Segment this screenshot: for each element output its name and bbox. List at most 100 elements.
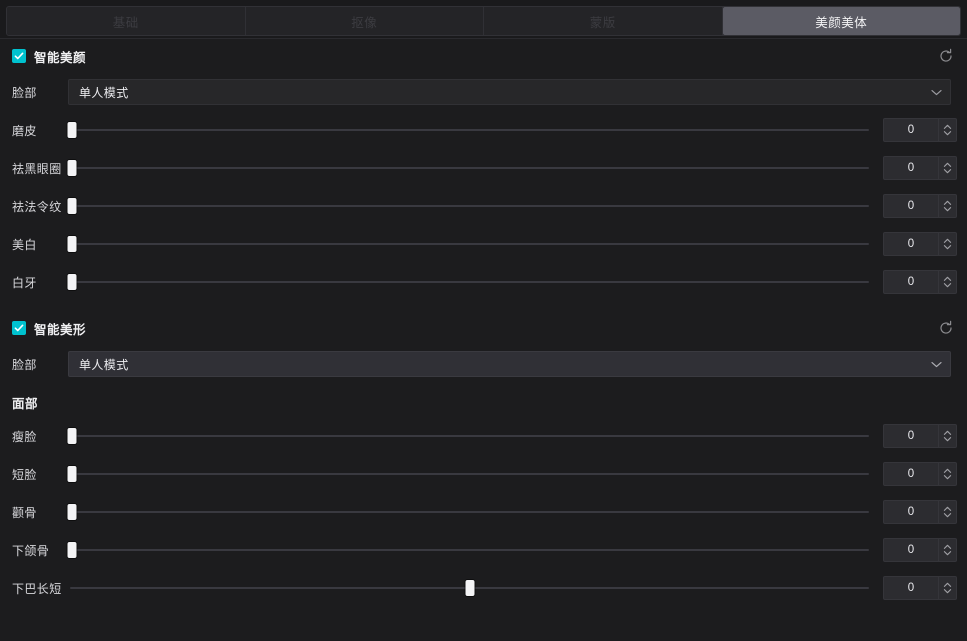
spinner-teeth[interactable]: 0 xyxy=(883,270,957,294)
spinner-arrows-icon[interactable] xyxy=(939,424,957,448)
slider-label-mopi: 磨皮 xyxy=(12,123,37,138)
smart-beauty-title: 智能美颜 xyxy=(34,50,87,65)
tab-mask[interactable]: 蒙版 xyxy=(484,7,723,35)
slider-handle[interactable] xyxy=(465,580,474,596)
slider-label-whiten: 美白 xyxy=(12,237,37,252)
face-mode-row-shape: 脸部 单人模式 xyxy=(0,345,967,383)
slider-handle[interactable] xyxy=(67,466,77,482)
reset-icon[interactable] xyxy=(935,317,957,339)
slider-teeth[interactable] xyxy=(67,272,869,292)
spinner-chin-length[interactable]: 0 xyxy=(883,576,957,600)
slider-row-mopi: 磨皮 0 xyxy=(0,111,967,149)
face-mode-label-beauty: 脸部 xyxy=(12,85,37,100)
spinner-arrows-icon[interactable] xyxy=(939,156,957,180)
slider-row-whiten: 美白 0 xyxy=(0,225,967,263)
slider-row-short-face: 短脸 0 xyxy=(0,455,967,493)
slider-track xyxy=(68,435,869,437)
smart-shape-checkbox[interactable] xyxy=(12,321,26,335)
face-mode-select-shape[interactable]: 单人模式 xyxy=(68,351,951,377)
slider-track xyxy=(68,243,869,245)
spinner-jawbone[interactable]: 0 xyxy=(883,538,957,562)
spinner-dark-circles[interactable]: 0 xyxy=(883,156,957,180)
face-mode-select-beauty[interactable]: 单人模式 xyxy=(68,79,951,105)
slider-label-chin-length: 下巴长短 xyxy=(12,581,62,596)
slider-chin-length[interactable] xyxy=(70,578,869,598)
slider-track xyxy=(68,511,869,513)
spinner-value-short-face[interactable]: 0 xyxy=(883,462,939,486)
face-mode-value-beauty: 单人模式 xyxy=(79,85,129,100)
slider-handle[interactable] xyxy=(67,160,77,176)
slider-whiten[interactable] xyxy=(67,234,869,254)
slider-label-cheekbone: 颧骨 xyxy=(12,505,37,520)
reset-icon[interactable] xyxy=(935,45,957,67)
slider-handle[interactable] xyxy=(67,198,77,214)
tab-mask-label: 蒙版 xyxy=(589,15,616,30)
tab-beauty[interactable]: 美颜美体 xyxy=(722,7,960,35)
slider-handle[interactable] xyxy=(67,428,77,444)
slider-track xyxy=(68,205,869,207)
slider-label-short-face: 短脸 xyxy=(12,467,37,482)
spinner-arrows-icon[interactable] xyxy=(939,270,957,294)
spinner-arrows-icon[interactable] xyxy=(939,194,957,218)
spinner-whiten[interactable]: 0 xyxy=(883,232,957,256)
slider-row-chin-length: 下巴长短 0 xyxy=(0,569,967,607)
slider-slim-face[interactable] xyxy=(67,426,869,446)
slider-row-teeth: 白牙 0 xyxy=(0,263,967,301)
slider-short-face[interactable] xyxy=(67,464,869,484)
section-header-smart-beauty: 智能美颜 xyxy=(0,39,967,73)
tab-basic-label: 基础 xyxy=(112,15,139,30)
slider-mopi[interactable] xyxy=(67,120,869,140)
spinner-arrows-icon[interactable] xyxy=(939,462,957,486)
spinner-slim-face[interactable]: 0 xyxy=(883,424,957,448)
slider-handle[interactable] xyxy=(67,236,77,252)
face-mode-value-shape: 单人模式 xyxy=(79,357,129,372)
spinner-nasolabial[interactable]: 0 xyxy=(883,194,957,218)
slider-row-dark-circles: 祛黑眼圈 0 xyxy=(0,149,967,187)
slider-label-nasolabial: 祛法令纹 xyxy=(12,199,62,214)
spinner-arrows-icon[interactable] xyxy=(939,500,957,524)
slider-nasolabial[interactable] xyxy=(67,196,869,216)
smart-beauty-checkbox[interactable] xyxy=(12,49,26,63)
slider-handle[interactable] xyxy=(67,274,77,290)
slider-handle[interactable] xyxy=(67,542,77,558)
tab-list: 基础 抠像 蒙版 美颜美体 xyxy=(6,6,961,36)
slider-dark-circles[interactable] xyxy=(67,158,869,178)
spinner-value-whiten[interactable]: 0 xyxy=(883,232,939,256)
spinner-arrows-icon[interactable] xyxy=(939,538,957,562)
spinner-short-face[interactable]: 0 xyxy=(883,462,957,486)
spinner-arrows-icon[interactable] xyxy=(939,118,957,142)
subsection-face: 面部 xyxy=(12,396,39,411)
slider-track xyxy=(68,473,869,475)
slider-label-jawbone: 下颌骨 xyxy=(12,543,50,558)
spinner-arrows-icon[interactable] xyxy=(939,232,957,256)
slider-row-nasolabial: 祛法令纹 0 xyxy=(0,187,967,225)
spinner-value-teeth[interactable]: 0 xyxy=(883,270,939,294)
slider-label-slim-face: 瘦脸 xyxy=(12,429,37,444)
spinner-value-slim-face[interactable]: 0 xyxy=(883,424,939,448)
spinner-value-chin-length[interactable]: 0 xyxy=(883,576,939,600)
tab-chromakey[interactable]: 抠像 xyxy=(245,7,484,35)
tab-chromakey-label: 抠像 xyxy=(351,15,378,30)
spinner-arrows-icon[interactable] xyxy=(939,576,957,600)
spinner-value-dark-circles[interactable]: 0 xyxy=(883,156,939,180)
slider-cheekbone[interactable] xyxy=(67,502,869,522)
chevron-down-icon xyxy=(931,361,942,368)
slider-track xyxy=(68,549,869,551)
spinner-value-cheekbone[interactable]: 0 xyxy=(883,500,939,524)
spinner-value-nasolabial[interactable]: 0 xyxy=(883,194,939,218)
face-mode-label-shape: 脸部 xyxy=(12,357,37,372)
slider-jawbone[interactable] xyxy=(67,540,869,560)
settings-panel: 智能美颜 脸部 单人模式 磨皮 0 祛黑眼圈 0 祛法令纹 0 美白 0 白牙 … xyxy=(0,39,967,641)
slider-handle[interactable] xyxy=(67,504,77,520)
tab-basic[interactable]: 基础 xyxy=(7,7,246,35)
slider-handle[interactable] xyxy=(67,122,77,138)
spinner-value-mopi[interactable]: 0 xyxy=(883,118,939,142)
spinner-cheekbone[interactable]: 0 xyxy=(883,500,957,524)
slider-row-cheekbone: 颧骨 0 xyxy=(0,493,967,531)
spinner-mopi[interactable]: 0 xyxy=(883,118,957,142)
tab-bar: 基础 抠像 蒙版 美颜美体 xyxy=(0,0,967,39)
slider-track xyxy=(68,167,869,169)
slider-row-slim-face: 瘦脸 0 xyxy=(0,417,967,455)
spinner-value-jawbone[interactable]: 0 xyxy=(883,538,939,562)
slider-label-teeth: 白牙 xyxy=(12,275,37,290)
